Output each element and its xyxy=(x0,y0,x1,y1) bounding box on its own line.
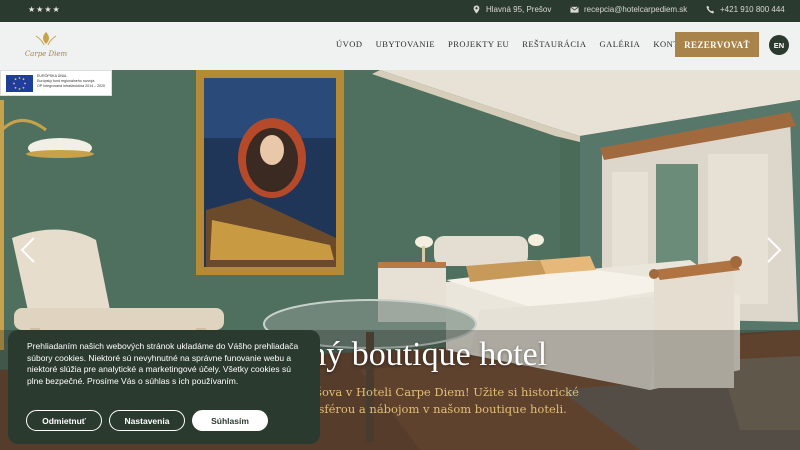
email-link[interactable]: recepcia@hotelcarpediem.sk xyxy=(570,5,687,14)
language-switch[interactable]: EN xyxy=(769,35,789,55)
email-text: recepcia@hotelcarpediem.sk xyxy=(584,5,688,14)
phone-icon xyxy=(706,5,715,14)
top-bar: ★★★★ Hlavná 95, Prešov recepcia@hotelcar… xyxy=(0,0,800,22)
nav-item-uvod[interactable]: ÚVOD xyxy=(336,39,363,49)
hero-subtitle: Prešova v Hoteli Carpe Diem! Užite si hi… xyxy=(296,385,579,416)
nav-item-galeria[interactable]: GALÉRIA xyxy=(600,39,641,49)
cookie-reject-button[interactable]: Odmietnuť xyxy=(26,410,102,431)
nav-item-restauracia[interactable]: REŠTAURÁCIA xyxy=(522,39,586,49)
cookie-message: Prehliadaním našich webových stránok ukl… xyxy=(27,341,299,386)
eu-flag-icon xyxy=(6,75,33,92)
nav-item-ubytovanie[interactable]: UBYTOVANIE xyxy=(376,39,435,49)
eu-funding-badge[interactable]: EURÓPSKA ÚNIA Európsky fond regionálneho… xyxy=(0,70,112,96)
address-text: Hlavná 95, Prešov xyxy=(486,5,552,14)
phone-link[interactable]: +421 910 800 444 xyxy=(706,5,785,14)
hotel-stars: ★★★★ xyxy=(28,5,61,14)
logo-text: Carpe Diem xyxy=(25,50,68,58)
hotel-logo[interactable]: Carpe Diem xyxy=(22,30,70,60)
reserve-button[interactable]: REZERVOVAŤ xyxy=(675,32,759,57)
menu-list: ÚVOD UBYTOVANIE PROJEKTY EU REŠTAURÁCIA … xyxy=(336,39,697,49)
cookie-settings-button[interactable]: Nastavenia xyxy=(109,410,185,431)
slider-next-arrow[interactable] xyxy=(764,236,784,264)
slider-prev-arrow[interactable] xyxy=(18,236,38,264)
nav-item-projekty-eu[interactable]: PROJEKTY EU xyxy=(448,39,509,49)
cookie-accept-button[interactable]: Súhlasím xyxy=(192,410,268,431)
location-pin-icon xyxy=(473,5,480,14)
phone-text: +421 910 800 444 xyxy=(720,5,785,14)
address-link[interactable]: Hlavná 95, Prešov xyxy=(472,5,551,14)
cookie-consent-dialog: Prehliadaním našich webových stránok ukl… xyxy=(8,330,320,444)
hero-title: sný boutique hotel xyxy=(296,336,548,373)
eu-badge-text: EURÓPSKA ÚNIA Európsky fond regionálneho… xyxy=(37,74,111,89)
mail-icon xyxy=(570,6,579,13)
eu-badge-line3: OP Integrovaná infraštruktúra 2014 – 202… xyxy=(37,84,106,88)
